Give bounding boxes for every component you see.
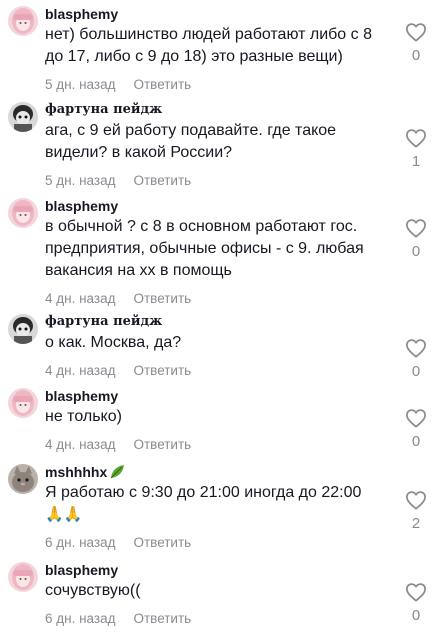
heart-icon[interactable] — [405, 408, 427, 428]
comment-username[interactable]: blasphemy — [45, 562, 390, 578]
like-button[interactable]: 0 — [404, 582, 428, 624]
like-button[interactable]: 1 — [404, 128, 428, 170]
comment-text-line: Я работаю с 9:30 до 21:00 иногда до 22:0… — [45, 484, 362, 501]
heart-icon[interactable] — [405, 490, 427, 510]
pink-hair-girl-avatar[interactable] — [8, 198, 38, 228]
comment-username[interactable]: mshhhhx — [45, 464, 390, 480]
like-button[interactable]: 0 — [404, 338, 428, 380]
like-button[interactable]: 0 — [404, 218, 428, 260]
like-count: 1 — [411, 153, 421, 170]
like-count: 0 — [411, 47, 421, 64]
comment-time: 6 дн. назад — [45, 611, 116, 626]
heart-icon[interactable] — [405, 338, 427, 358]
reply-button[interactable]: Ответить — [133, 173, 191, 188]
like-button[interactable]: 0 — [404, 408, 428, 450]
like-button[interactable]: 2 — [404, 490, 428, 532]
like-button[interactable]: 0 — [404, 22, 428, 64]
reply-button[interactable]: Ответить — [133, 437, 191, 452]
comment-text: о как. Москва, да? — [45, 334, 182, 351]
comment-username[interactable]: фартуна пейдж — [45, 314, 390, 330]
dark-character-avatar[interactable] — [8, 102, 38, 132]
heart-icon[interactable] — [405, 22, 427, 42]
like-count: 0 — [411, 243, 421, 260]
heart-icon[interactable] — [405, 218, 427, 238]
reply-button[interactable]: Ответить — [133, 363, 191, 378]
username-text[interactable]: mshhhhx — [45, 464, 107, 480]
reply-button[interactable]: Ответить — [133, 535, 191, 550]
comment-text: в обычной ? с 8 в основном работают гос.… — [45, 218, 364, 279]
comment-time: 4 дн. назад — [45, 291, 116, 306]
like-count: 0 — [411, 363, 421, 380]
comment-text: Я работаю с 9:30 до 21:00 иногда до 22:0… — [45, 482, 390, 526]
like-count: 0 — [411, 607, 421, 624]
like-count: 2 — [411, 515, 421, 532]
reply-button[interactable]: Ответить — [133, 611, 191, 626]
like-count: 0 — [411, 433, 421, 450]
comment-text: не только) — [45, 408, 122, 425]
comment-text: нет) большинство людей работают либо с 8… — [45, 26, 372, 65]
comment-username[interactable]: фартуна пейдж — [45, 102, 390, 118]
pink-hair-girl-avatar[interactable] — [8, 388, 38, 418]
heart-icon[interactable] — [405, 128, 427, 148]
reply-button[interactable]: Ответить — [133, 291, 191, 306]
comment-username[interactable]: blasphemy — [45, 388, 390, 404]
comment-time: 6 дн. назад — [45, 535, 116, 550]
cat-avatar[interactable] — [8, 464, 38, 494]
heart-icon[interactable] — [405, 582, 427, 602]
comment-time: 5 дн. назад — [45, 173, 116, 188]
comment-time: 4 дн. назад — [45, 437, 116, 452]
comment-username[interactable]: blasphemy — [45, 198, 390, 214]
comment-text: ага, с 9 ей работу подавайте. где такое … — [45, 122, 337, 161]
leaf-icon — [110, 465, 125, 479]
comment-username[interactable]: blasphemy — [45, 6, 390, 22]
dark-character-avatar[interactable] — [8, 314, 38, 344]
comment-text: сочувствую(( — [45, 582, 141, 599]
pink-hair-girl-avatar[interactable] — [8, 6, 38, 36]
reply-button[interactable]: Ответить — [133, 77, 191, 92]
pink-hair-girl-avatar[interactable] — [8, 562, 38, 592]
comment-time: 5 дн. назад — [45, 77, 116, 92]
pray-emoji: 🙏🙏 — [45, 506, 83, 523]
comment-time: 4 дн. назад — [45, 363, 116, 378]
